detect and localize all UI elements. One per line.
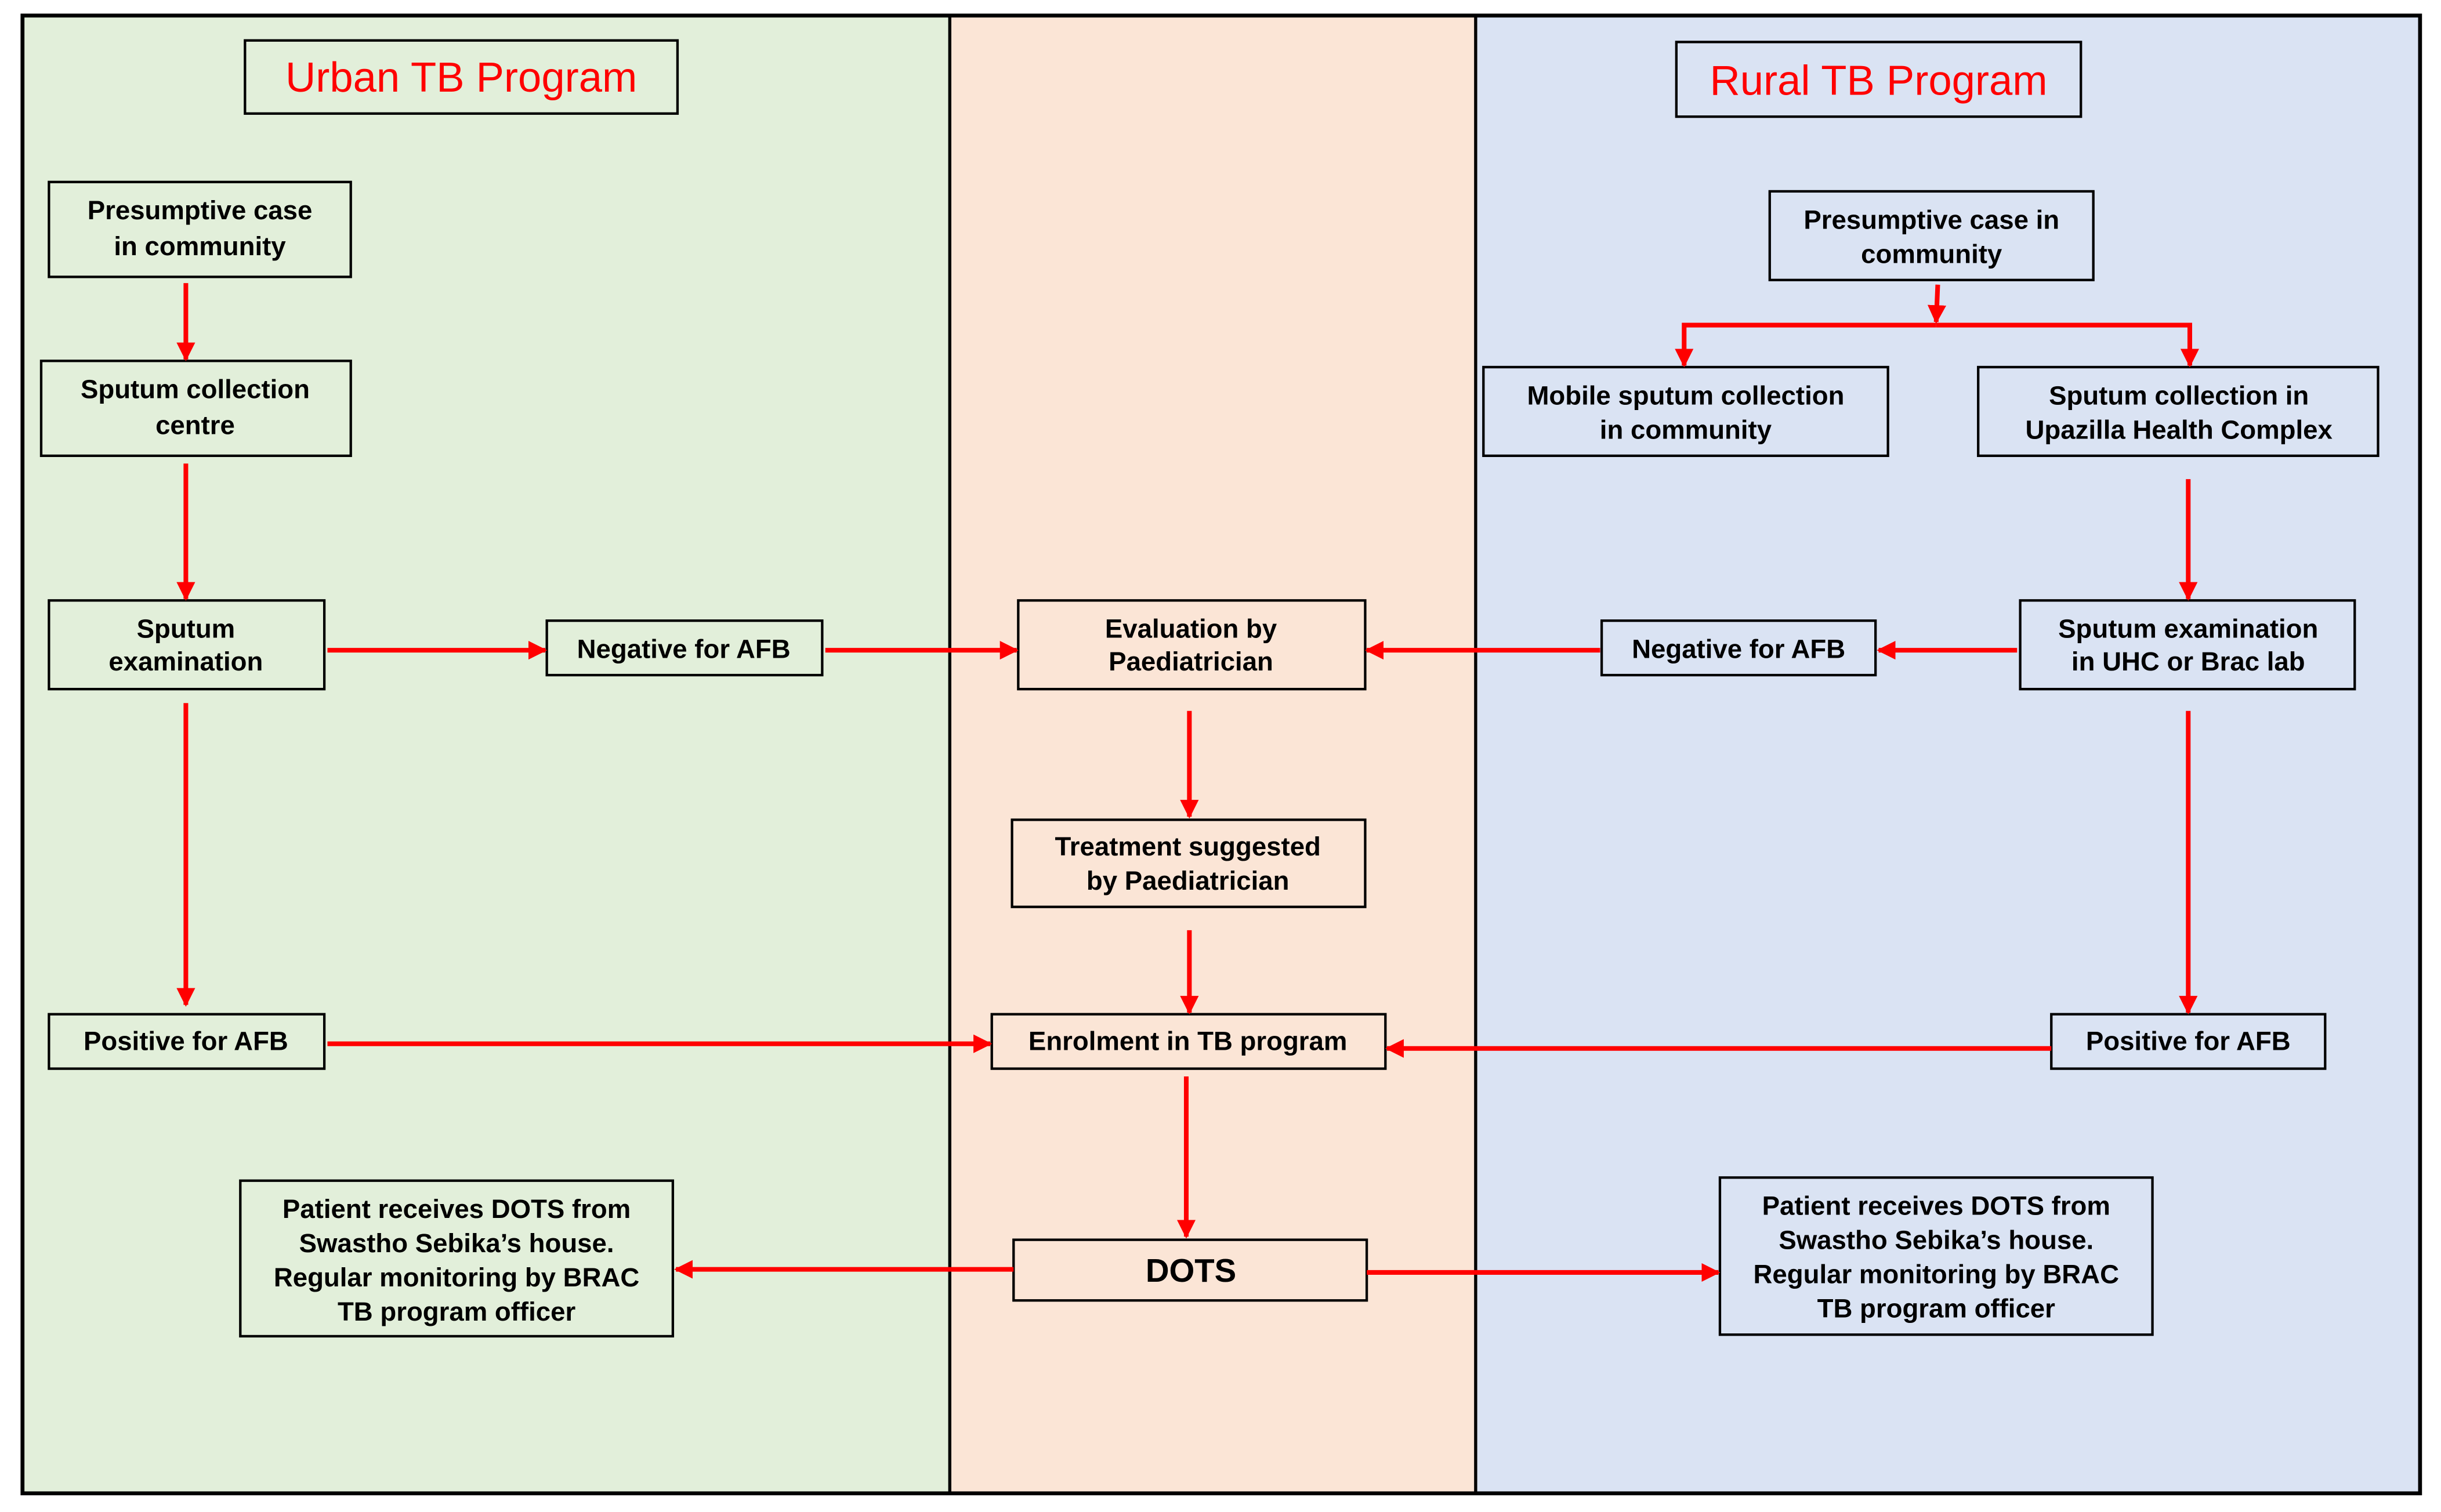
rural-title: Rural TB Program (1675, 41, 2083, 118)
urban-presumptive-box: Presumptive case in community (48, 180, 352, 278)
box-text: Paediatrician (1109, 647, 1273, 676)
box-text: Presumptive case in (1803, 205, 2059, 234)
urban-title: Urban TB Program (244, 39, 679, 115)
urban-dots-patient-box: Patient receives DOTS from Swastho Sebik… (239, 1179, 675, 1338)
box-text: in community (114, 231, 286, 261)
urban-title-text: Urban TB Program (285, 54, 637, 101)
box-text: TB program officer (1817, 1294, 2056, 1324)
box-text: Presumptive case (88, 195, 313, 225)
box-text: Patient receives DOTS from (1762, 1191, 2110, 1221)
box-text: Regular monitoring by BRAC (1754, 1260, 2120, 1289)
evaluation-box: Evaluation by Paediatrician (1017, 599, 1367, 691)
box-text: centre (155, 410, 235, 440)
arrow-rural-presumptive-stem (1927, 284, 1947, 324)
box-text: Sputum collection in (2049, 380, 2309, 410)
box-text: Positive for AFB (2086, 1026, 2291, 1056)
rural-exam-box: Sputum examination in UHC or Brac lab (2019, 599, 2356, 691)
treatment-box: Treatment suggested by Paediatrician (1011, 818, 1367, 908)
box-text: Sputum (137, 614, 236, 644)
box-text: Negative for AFB (577, 634, 791, 664)
box-text: in UHC or Brac lab (2071, 647, 2305, 676)
urban-exam-box: Sputum examination (48, 599, 326, 691)
box-text: Patient receives DOTS from (283, 1194, 631, 1224)
box-text: Regular monitoring by BRAC (274, 1263, 640, 1292)
box-text: Swastho Sebika’s house. (299, 1228, 614, 1258)
urban-collection-box: Sputum collection centre (39, 360, 352, 458)
box-text: Evaluation by (1105, 614, 1277, 644)
rural-mobile-box: Mobile sputum collection in community (1482, 365, 1889, 458)
enrolment-box: Enrolment in TB program (990, 1013, 1387, 1070)
box-text: Mobile sputum collection (1527, 380, 1844, 410)
box-text: Swastho Sebika’s house. (1779, 1225, 2094, 1255)
box-text: examination (108, 647, 263, 676)
tb-program-flowchart: Urban TB Program Rural TB Program Presum… (1, 0, 2440, 1512)
rural-positive-box: Positive for AFB (2050, 1013, 2327, 1070)
box-text: Positive for AFB (84, 1026, 288, 1056)
box-text: in community (1600, 415, 1772, 444)
box-text: community (1861, 239, 2002, 269)
rural-uhc-collection-box: Sputum collection in Upazilla Health Com… (1977, 365, 2380, 458)
box-text: by Paediatrician (1087, 866, 1290, 895)
box-text: Enrolment in TB program (1028, 1026, 1348, 1056)
box-text: DOTS (1146, 1252, 1236, 1289)
box-text: TB program officer (338, 1297, 576, 1326)
rural-presumptive-box: Presumptive case in community (1768, 190, 2095, 281)
box-text: Negative for AFB (1632, 634, 1845, 664)
box-text: Sputum collection (81, 375, 310, 404)
rural-negative-box: Negative for AFB (1600, 619, 1877, 677)
box-text: Treatment suggested (1055, 832, 1320, 861)
urban-positive-box: Positive for AFB (48, 1013, 326, 1070)
box-text: Upazilla Health Complex (2026, 415, 2333, 444)
urban-negative-box: Negative for AFB (545, 619, 824, 677)
rural-title-text: Rural TB Program (1710, 57, 2047, 104)
dots-box: DOTS (1012, 1238, 1368, 1302)
box-text: Sputum examination (2058, 614, 2318, 644)
rural-dots-patient-box: Patient receives DOTS from Swastho Sebik… (1718, 1176, 2154, 1336)
